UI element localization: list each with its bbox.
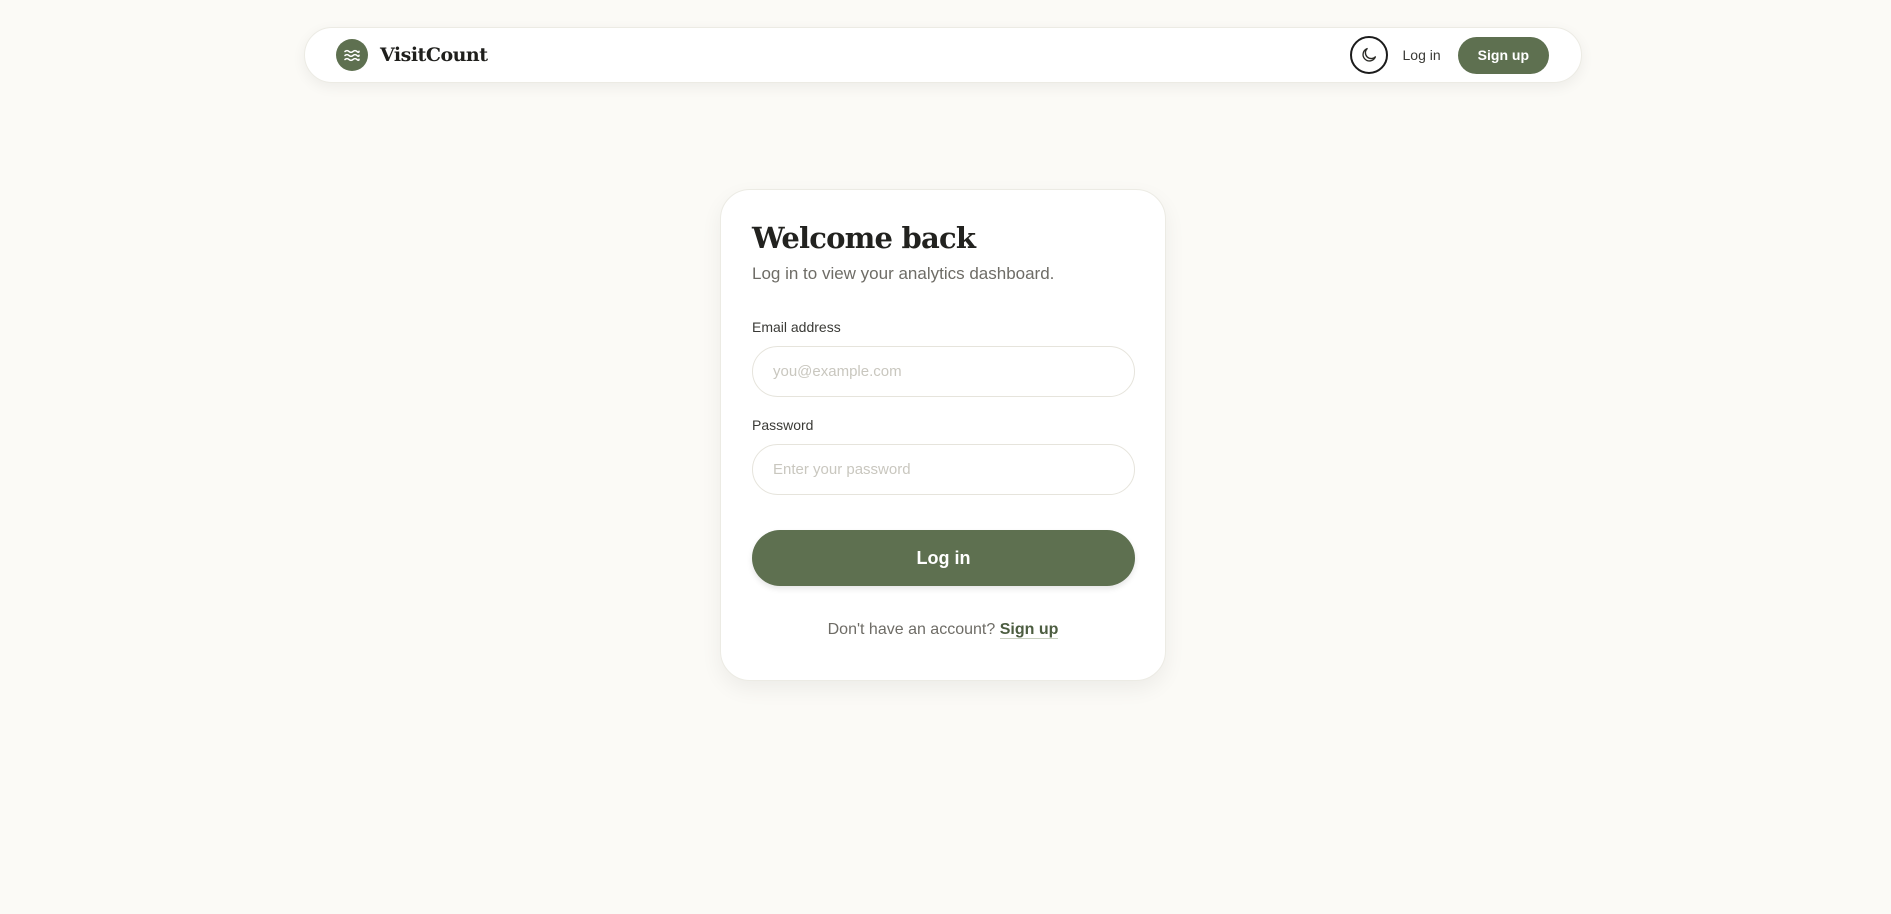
password-field[interactable] (752, 444, 1135, 495)
waves-icon (336, 39, 368, 71)
login-card: Welcome back Log in to view your analyti… (720, 189, 1166, 681)
signup-link[interactable]: Sign up (999, 621, 1059, 639)
brand-name: VisitCount (380, 44, 488, 66)
page-title: Welcome back (752, 221, 976, 255)
page-subtitle: Log in to view your analytics dashboard. (752, 264, 1055, 283)
top-navbar: VisitCount Log in Sign up (304, 27, 1582, 83)
login-button[interactable]: Log in (752, 530, 1135, 586)
signup-prompt-text: Don't have an account? (827, 621, 996, 638)
moon-icon (1360, 46, 1378, 64)
signup-prompt: Don't have an account? Sign up (752, 621, 1134, 639)
login-page: VisitCount Log in Sign up Welcome back L… (0, 0, 1891, 914)
nav-login-link[interactable]: Log in (1403, 47, 1441, 63)
email-field[interactable] (752, 346, 1135, 397)
theme-toggle-button[interactable] (1349, 36, 1388, 74)
email-label: Email address (752, 319, 841, 335)
brand[interactable]: VisitCount (336, 39, 488, 71)
nav-signup-button[interactable]: Sign up (1457, 36, 1549, 74)
password-label: Password (752, 417, 814, 433)
nav-actions: Log in Sign up (1349, 36, 1549, 74)
